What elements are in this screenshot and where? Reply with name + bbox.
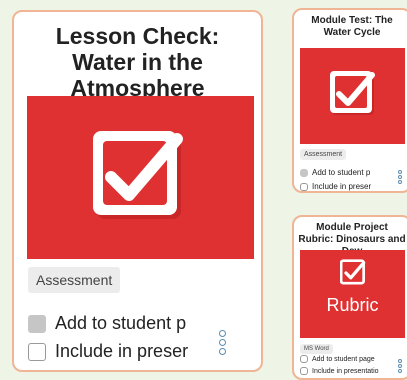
card-thumbnail[interactable] [300,48,405,144]
card-thumbnail[interactable] [27,96,254,259]
checkbox-box[interactable] [28,342,46,361]
include-in-presentation-checkbox[interactable]: Include in presentatio [300,367,387,375]
card-title[interactable]: Lesson Check: Water in the Atmosphere [14,12,261,101]
resource-card-lesson-check[interactable]: Lesson Check: Water in the Atmosphere As… [12,10,263,372]
checkbox-box[interactable] [300,168,308,177]
checkbox-box[interactable] [300,367,308,375]
add-to-student-page-checkbox[interactable]: Add to student p [28,313,218,334]
checkbox-box[interactable] [300,355,308,363]
thumbnail-caption: Rubric [326,295,379,315]
resource-card-module-project-rubric[interactable]: Module Project Rubric: Dinosaurs and Dew… [292,215,407,380]
type-tag: MS Word [300,344,333,354]
type-tag: Assessment [28,267,121,293]
checkbox-check-icon [330,71,375,115]
checkbox-box[interactable] [300,182,308,191]
checkbox-label: Add to student p [312,168,371,177]
resource-card-module-test[interactable]: Module Test: The Water Cycle Assessment … [292,8,407,193]
card-thumbnail[interactable]: Rubric [300,250,405,338]
more-options-icon[interactable] [219,330,226,355]
more-options-icon[interactable] [398,170,402,184]
checkbox-label: Add to student p [55,313,187,333]
checkbox-label: Include in presentatio [312,367,379,375]
checkbox-check-icon [93,131,183,219]
include-in-presentation-checkbox[interactable]: Include in preser [28,341,218,362]
checkbox-label: Include in preser [312,182,372,191]
card-title[interactable]: Module Test: The Water Cycle [294,10,407,39]
add-to-student-page-checkbox[interactable]: Add to student p [300,168,387,177]
checkbox-check-icon [340,259,366,285]
add-to-student-page-checkbox[interactable]: Add to student page [300,355,387,363]
include-in-presentation-checkbox[interactable]: Include in preser [300,182,387,191]
checkbox-label: Add to student page [312,355,375,363]
more-options-icon[interactable] [398,359,402,373]
type-tag: Assessment [300,149,347,160]
checkbox-box[interactable] [28,314,46,333]
checkbox-label: Include in preser [55,341,189,361]
